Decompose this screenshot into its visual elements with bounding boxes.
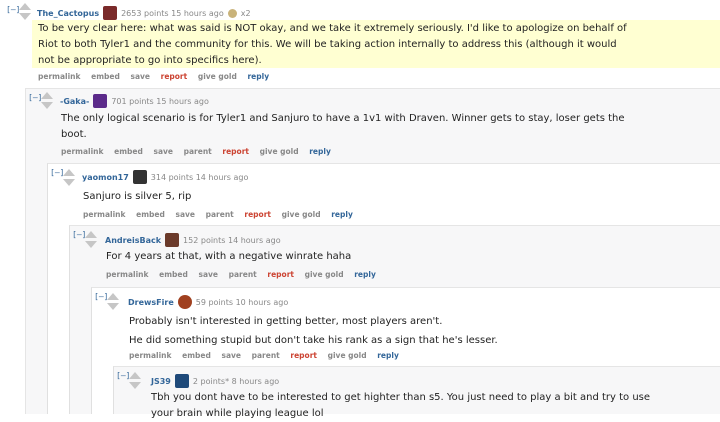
author-link[interactable]: JS39 [151, 377, 171, 386]
comment-buttons: permalink embed save parent report give … [129, 351, 407, 360]
user-flair-icon [174, 374, 189, 388]
upvote-arrow-icon[interactable] [85, 231, 97, 238]
author-link[interactable]: AndreisBack [105, 236, 161, 245]
comment-body: Sanjuro is silver 5, rip [83, 189, 713, 205]
report-button[interactable]: report [222, 147, 249, 156]
permalink-button[interactable]: permalink [106, 270, 149, 279]
comment-line: The only logical scenario is for Tyler1 … [61, 113, 625, 124]
user-flair-icon [93, 94, 108, 108]
report-button[interactable]: report [290, 351, 317, 360]
permalink-button[interactable]: permalink [38, 72, 81, 81]
comment-body: The only logical scenario is for Tyler1 … [61, 111, 716, 143]
comment-line: For 4 years at that, with a negative win… [106, 251, 352, 262]
comment-line: Probably isn't interested in getting bet… [129, 316, 443, 327]
save-button[interactable]: save [221, 351, 241, 360]
downvote-arrow-icon[interactable] [107, 303, 119, 310]
comment-buttons: permalink embed save report give gold re… [38, 72, 277, 81]
comment-line: To be very clear here: what was said is … [38, 23, 627, 34]
score-and-time: 2 points* 8 hours ago [192, 376, 280, 386]
comment-line: Tbh you dont have to be interested to ge… [151, 392, 651, 403]
comment-line: Sanjuro is silver 5, rip [83, 191, 192, 202]
reply-button[interactable]: reply [247, 72, 269, 81]
score-and-time: 152 points 14 hours ago [183, 235, 281, 245]
embed-button[interactable]: embed [136, 210, 165, 219]
give-gold-button[interactable]: give gold [328, 351, 367, 360]
parent-button[interactable]: parent [206, 210, 234, 219]
author-link[interactable]: The_Cactopus [37, 9, 99, 18]
user-flair-icon [103, 6, 118, 20]
downvote-arrow-icon[interactable] [85, 241, 97, 248]
comment-tagline: AndreisBack 152 points 14 hours ago [105, 233, 281, 247]
save-button[interactable]: save [175, 210, 195, 219]
score-and-time: 701 points 15 hours ago [111, 96, 209, 106]
embed-button[interactable]: embed [91, 72, 120, 81]
comment-buttons: permalink embed save parent report give … [61, 147, 339, 156]
report-button[interactable]: report [244, 210, 271, 219]
comment-line: boot. [61, 129, 87, 140]
comment-line: your brain while playing league lol [151, 408, 324, 419]
comment-body: To be very clear here: what was said is … [38, 21, 718, 69]
comment-tagline: -Gaka- 701 points 15 hours ago [60, 94, 209, 108]
comment-buttons: permalink embed save parent report give … [83, 210, 361, 219]
comment-tagline: JS39 2 points* 8 hours ago [151, 374, 279, 388]
give-gold-button[interactable]: give gold [260, 147, 299, 156]
downvote-arrow-icon[interactable] [19, 13, 31, 20]
parent-button[interactable]: parent [184, 147, 212, 156]
reply-button[interactable]: reply [309, 147, 331, 156]
upvote-arrow-icon[interactable] [41, 92, 53, 99]
parent-button[interactable]: parent [252, 351, 280, 360]
reply-button[interactable]: reply [331, 210, 353, 219]
author-link[interactable]: DrewsFire [128, 298, 174, 307]
comment-body: Tbh you dont have to be interested to ge… [151, 390, 716, 422]
report-button[interactable]: report [267, 270, 294, 279]
downvote-arrow-icon[interactable] [41, 102, 53, 109]
give-gold-button[interactable]: give gold [282, 210, 321, 219]
permalink-button[interactable]: permalink [83, 210, 126, 219]
save-button[interactable]: save [130, 72, 150, 81]
comment-body: Probably isn't interested in getting bet… [129, 312, 709, 350]
author-link[interactable]: yaomon17 [82, 173, 129, 182]
embed-button[interactable]: embed [114, 147, 143, 156]
comment-tagline: DrewsFire 59 points 10 hours ago [128, 295, 288, 309]
reply-button[interactable]: reply [354, 270, 376, 279]
user-flair-icon [177, 295, 192, 309]
comment-tagline: The_Cactopus 2653 points 15 hours ago x2 [37, 6, 251, 20]
score-and-time: 2653 points 15 hours ago [121, 8, 224, 18]
permalink-button[interactable]: permalink [61, 147, 104, 156]
comment-buttons: permalink embed save parent report give … [106, 270, 384, 279]
permalink-button[interactable]: permalink [129, 351, 172, 360]
report-button[interactable]: report [161, 72, 188, 81]
comment-js39: [–] JS39 2 points* 8 hours ago Tbh you d… [113, 366, 720, 419]
save-button[interactable]: save [153, 147, 173, 156]
comment-tagline: yaomon17 314 points 14 hours ago [82, 170, 248, 184]
downvote-arrow-icon[interactable] [63, 179, 75, 186]
score-and-time: 59 points 10 hours ago [195, 297, 289, 307]
upvote-arrow-icon[interactable] [19, 3, 31, 10]
upvote-arrow-icon[interactable] [63, 169, 75, 176]
give-gold-button[interactable]: give gold [305, 270, 344, 279]
user-flair-icon [165, 233, 180, 247]
save-button[interactable]: save [198, 270, 218, 279]
comment-line: not be appropriate to go into specifics … [38, 55, 262, 66]
upvote-arrow-icon[interactable] [107, 293, 119, 300]
comment-body: For 4 years at that, with a negative win… [106, 249, 706, 265]
parent-button[interactable]: parent [229, 270, 257, 279]
comment-line: He did something stupid but don't take h… [129, 335, 498, 346]
gold-icon [227, 8, 237, 18]
author-link[interactable]: -Gaka- [60, 97, 89, 106]
embed-button[interactable]: embed [159, 270, 188, 279]
embed-button[interactable]: embed [182, 351, 211, 360]
user-flair-icon [132, 170, 147, 184]
comment-line: Riot to both Tyler1 and the community fo… [38, 39, 617, 50]
downvote-arrow-icon[interactable] [129, 382, 141, 389]
upvote-arrow-icon[interactable] [129, 372, 141, 379]
reply-button[interactable]: reply [377, 351, 399, 360]
give-gold-button[interactable]: give gold [198, 72, 237, 81]
score-and-time: 314 points 14 hours ago [150, 172, 249, 182]
gilded-count: x2 [240, 8, 251, 18]
